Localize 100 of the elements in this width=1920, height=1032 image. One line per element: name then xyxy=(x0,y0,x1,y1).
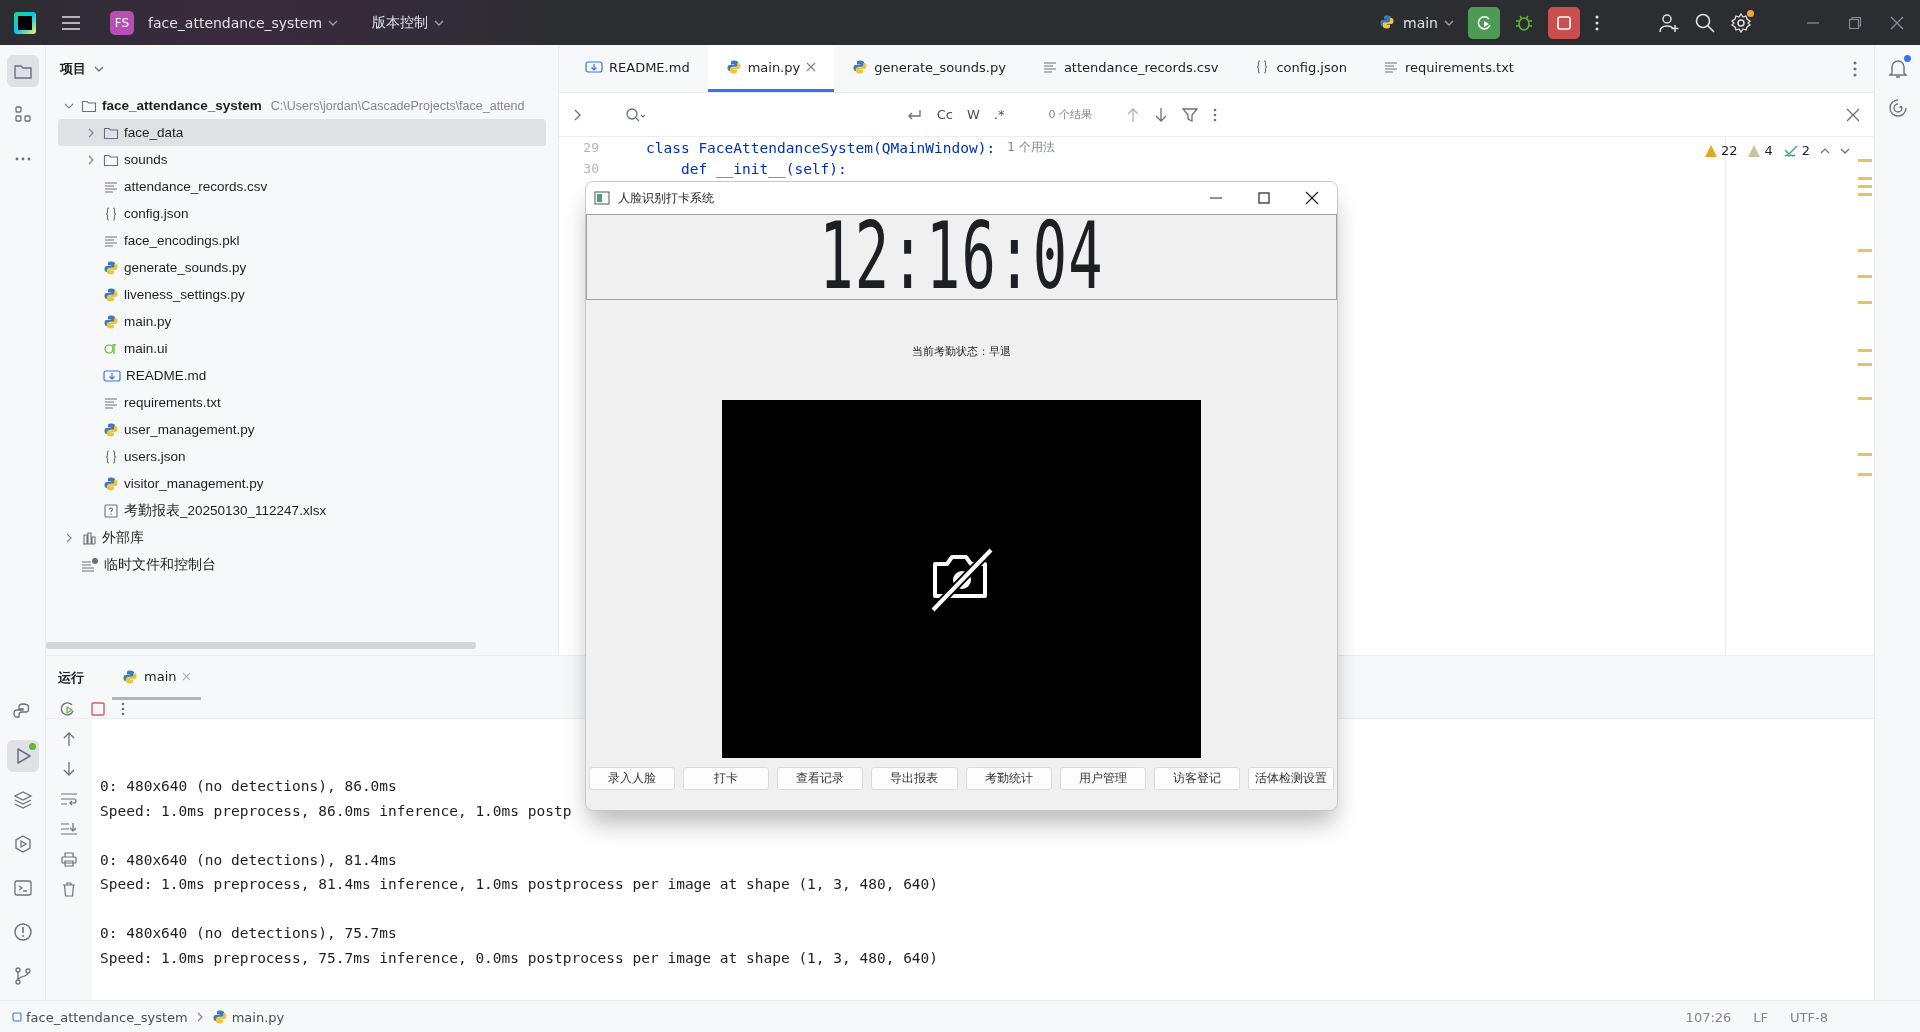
rerun-icon[interactable] xyxy=(58,700,76,718)
settings-icon[interactable] xyxy=(1730,11,1752,34)
trash-icon[interactable] xyxy=(61,881,77,897)
window-title: 人脸识别打卡系统 xyxy=(618,189,714,207)
tree-row[interactable]: attendance_records.csv xyxy=(58,173,546,200)
tree-row[interactable]: generate_sounds.py xyxy=(58,254,546,281)
tree-row[interactable]: face_encodings.pkl xyxy=(58,227,546,254)
tree-row[interactable]: requirements.txt xyxy=(58,389,546,416)
editor-tab[interactable]: main.py xyxy=(707,45,835,92)
rerun-button[interactable] xyxy=(1468,6,1500,39)
tree-row[interactable]: user_management.py xyxy=(58,416,546,443)
python-file-icon xyxy=(103,313,119,330)
tree-row[interactable]: config.json xyxy=(58,200,546,227)
horizontal-scrollbar[interactable] xyxy=(46,642,476,649)
tree-row[interactable]: 考勤报表_20250130_112247.xlsx xyxy=(58,497,546,524)
app-logo-icon[interactable] xyxy=(14,11,36,34)
problem-count[interactable]: 2 xyxy=(1801,143,1810,158)
action-button[interactable]: 活体检测设置 xyxy=(1247,767,1334,790)
action-button[interactable]: 访客登记 xyxy=(1153,767,1240,790)
action-button[interactable]: 考勤统计 xyxy=(965,767,1052,790)
more-icon[interactable] xyxy=(1852,59,1858,78)
breadcrumb[interactable]: main.py xyxy=(211,1009,285,1025)
ai-assistant-icon[interactable] xyxy=(1886,97,1909,119)
panel-title: 运行 xyxy=(58,669,84,687)
add-user-icon[interactable] xyxy=(1658,11,1680,34)
arrow-up-icon[interactable] xyxy=(62,731,76,747)
tree-row[interactable]: face_data xyxy=(58,119,546,146)
chevron-right-icon[interactable] xyxy=(86,154,96,165)
usage-hint[interactable]: 1 个用法 xyxy=(1007,139,1055,156)
tree-item-label: liveness_settings.py xyxy=(124,287,245,302)
action-button[interactable]: 查看记录 xyxy=(777,767,864,790)
arrow-down-icon[interactable] xyxy=(1154,106,1168,123)
tree-item-label: user_management.py xyxy=(124,422,255,437)
cursor-position[interactable]: 107:26 xyxy=(1685,1009,1732,1025)
action-button[interactable]: 用户管理 xyxy=(1059,767,1146,790)
tree-row[interactable]: main.py xyxy=(58,308,546,335)
console-line: Speed: 1.0ms preprocess, 81.4ms inference, 1.0ms postprocess per image at shape (1, 3, 480, 640) xyxy=(100,875,939,894)
more-icon[interactable] xyxy=(120,701,126,717)
tree-row[interactable]: users.json xyxy=(58,443,546,470)
tree-item-label: main.ui xyxy=(124,341,168,356)
search-option[interactable]: W xyxy=(967,107,980,122)
menu-icon[interactable] xyxy=(60,13,82,32)
chevron-up-icon[interactable] xyxy=(1820,147,1830,154)
editor-tab[interactable]: requirements.txt xyxy=(1364,45,1532,92)
editor-tab[interactable]: config.json xyxy=(1236,45,1365,92)
line-number: 30 xyxy=(582,161,600,176)
editor-tab[interactable]: attendance_records.csv xyxy=(1023,45,1237,92)
stop-button[interactable] xyxy=(1548,6,1580,39)
editor-tab[interactable]: generate_sounds.py xyxy=(834,45,1024,92)
tree-row[interactable]: face_attendance_system C:\Users\jordan\CascadeProjects\face_attend xyxy=(58,92,546,119)
chevron-right-icon[interactable] xyxy=(86,127,96,138)
tree-row[interactable]: README.md xyxy=(58,362,546,389)
vcs-menu[interactable]: 版本控制 xyxy=(372,13,445,32)
project-badge: FS xyxy=(110,10,134,35)
tree-row[interactable]: 临时文件和控制台 xyxy=(58,551,546,578)
python-file-icon xyxy=(211,1009,228,1025)
action-button[interactable]: 打卡 xyxy=(683,767,770,790)
run-config-selector[interactable]: main xyxy=(1379,13,1454,32)
run-icon[interactable] xyxy=(6,740,39,772)
tree-item-label: 考勤报表_20250130_112247.xlsx xyxy=(124,501,327,520)
filter-icon[interactable] xyxy=(1182,106,1198,123)
search-icon[interactable] xyxy=(625,106,645,123)
breadcrumb[interactable]: face_attendance_system xyxy=(12,1009,188,1025)
chevron-down-icon xyxy=(1840,147,1850,154)
search-option[interactable]: .* xyxy=(993,107,1005,122)
chevron-right-icon[interactable] xyxy=(64,532,74,543)
action-button[interactable]: 导出报表 xyxy=(871,767,958,790)
tree-row[interactable]: 外部库 xyxy=(58,524,546,551)
restore-icon[interactable] xyxy=(1848,15,1862,30)
chevron-right-icon[interactable] xyxy=(573,108,583,121)
soft-wrap-icon[interactable] xyxy=(60,791,78,807)
tree-item-label: README.md xyxy=(126,368,207,383)
text-file-icon xyxy=(1382,59,1399,75)
editor-tab[interactable]: README.md xyxy=(567,45,708,92)
project-selector[interactable]: face_attendance_system xyxy=(148,14,339,31)
arrow-up-icon[interactable] xyxy=(1126,106,1140,123)
maximize-icon[interactable] xyxy=(1257,191,1271,205)
tree-row[interactable]: sounds xyxy=(58,146,546,173)
action-button[interactable]: 录入人脸 xyxy=(589,767,676,790)
notifications-icon[interactable] xyxy=(1886,57,1909,79)
tree-row[interactable]: liveness_settings.py xyxy=(58,281,546,308)
tree-item-label: users.json xyxy=(124,449,186,464)
tree-row[interactable]: main.ui xyxy=(58,335,546,362)
search-option[interactable]: Cc xyxy=(936,107,953,122)
python-file-icon xyxy=(103,286,119,303)
problem-count[interactable]: 4 xyxy=(1764,143,1773,158)
close-icon[interactable] xyxy=(1305,191,1319,205)
print-icon[interactable] xyxy=(60,851,78,867)
stop-icon[interactable] xyxy=(90,701,106,717)
more-icon[interactable] xyxy=(1212,106,1218,123)
more-icon[interactable] xyxy=(1594,13,1600,32)
search-icon[interactable] xyxy=(1694,11,1716,34)
folder-icon[interactable] xyxy=(6,55,39,87)
tree-item-label: visitor_management.py xyxy=(124,476,264,491)
tree-row[interactable]: visitor_management.py xyxy=(58,470,546,497)
problem-count[interactable]: 22 xyxy=(1720,143,1738,158)
panel-title[interactable]: 项目 xyxy=(60,59,86,78)
scroll-to-end-icon[interactable] xyxy=(60,821,78,837)
arrow-down-icon[interactable] xyxy=(62,761,76,777)
python-file-icon xyxy=(103,421,119,438)
